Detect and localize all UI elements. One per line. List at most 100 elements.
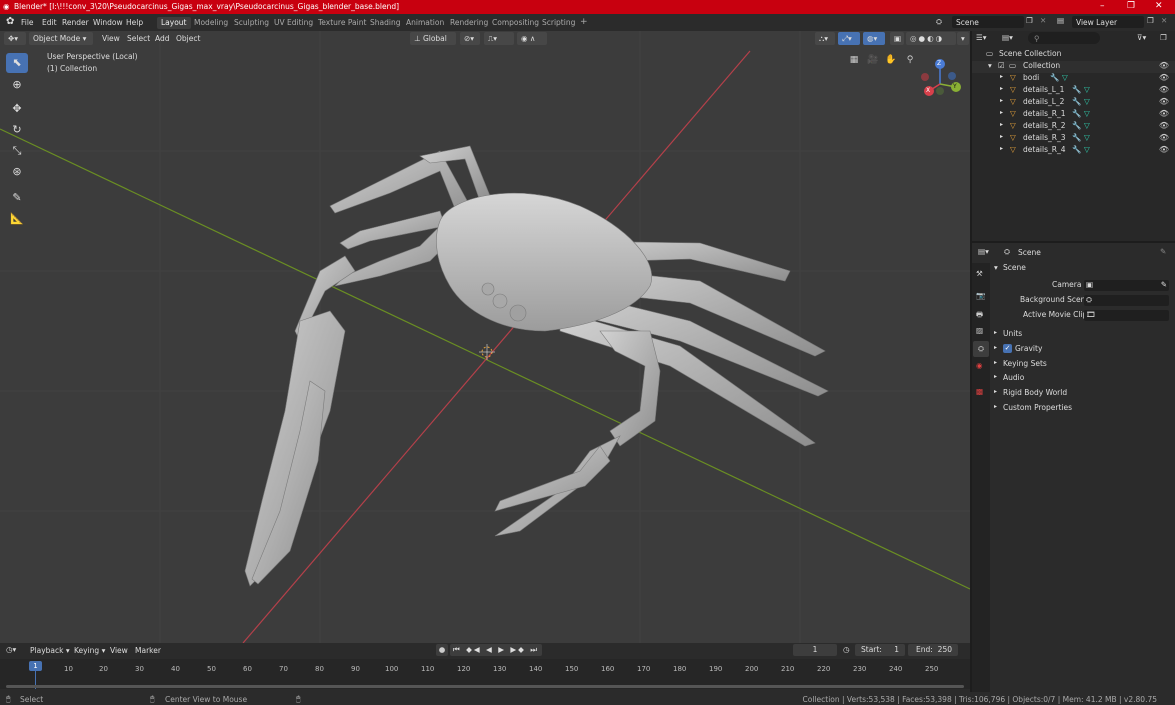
new-view-layer-icon[interactable]: ❐ [1147,16,1154,25]
tab-animation[interactable]: Animation [402,17,448,29]
3d-viewport[interactable]: Z Y X ✥▾ Object Mode ▾ View Select Add O… [0,31,970,643]
outliner-search-input[interactable]: ⚲ [1028,32,1100,44]
transform-tool-icon[interactable]: ⊛ [6,162,28,182]
select-box-tool-icon[interactable]: ⬉ [6,53,28,73]
expand-arrow-icon[interactable]: ▸ [994,388,997,395]
toggle-camera-view-icon[interactable]: ▦ [847,55,861,69]
outliner-collection[interactable]: ▾ ☑ ▭ Collection 👁 [972,61,1175,73]
outliner-object-row[interactable]: ▸ ▽ details_L_1 🔧 ▽ 👁 [972,85,1175,97]
menu-select[interactable]: Select [127,34,150,43]
outliner-object-row[interactable]: ▸ ▽ bodi 🔧 ▽ 👁 [972,73,1175,85]
menu-playback[interactable]: Playback ▾ [30,646,70,655]
gravity-section[interactable]: ▸ ✓ Gravity [972,344,1175,358]
outliner-editor-type-button[interactable]: ☰▾ [976,33,987,42]
timeline-track-area[interactable]: 1 [0,659,970,689]
expand-arrow-icon[interactable]: ▸ [1000,97,1003,104]
menu-view[interactable]: View [102,34,120,43]
pivot-point-dropdown[interactable]: ⊘▾ [460,32,480,45]
expand-arrow-icon[interactable]: ▸ [1000,121,1003,128]
xray-toggle[interactable]: ▣ [890,32,904,45]
current-frame-field[interactable]: 1 [793,644,837,656]
menu-edit[interactable]: Edit [42,18,57,27]
menu-help[interactable]: Help [126,18,143,27]
outliner-object-row[interactable]: ▸ ▽ details_R_4 🔧 ▽ 👁 [972,145,1175,157]
snap-toggle[interactable]: ⎍▾ [484,32,514,45]
expand-arrow-icon[interactable]: ▸ [994,329,997,336]
scale-tool-icon[interactable]: ⤡ [6,141,28,161]
expand-arrow-icon[interactable]: ▸ [994,403,997,410]
rotate-tool-icon[interactable]: ↻ [6,120,28,140]
tab-uv-editing[interactable]: UV Editing [270,17,317,29]
eye-icon[interactable]: 👁 [1159,97,1169,106]
gizmo-z-label[interactable]: Z [937,60,941,67]
new-collection-icon[interactable]: ❐ [1160,33,1167,42]
gizmo-toggle[interactable]: ⤢▾ [838,32,860,45]
expand-arrow-icon[interactable]: ▸ [994,373,997,380]
menu-object[interactable]: Object [176,34,200,43]
collection-checkbox-icon[interactable]: ☑ [998,61,1005,70]
outliner-scene-collection[interactable]: ▭ Scene Collection [972,49,1175,61]
transform-orientation-dropdown[interactable]: ⊥ Global [410,32,456,45]
camera-field[interactable]: ▣ ✎ [1084,280,1169,291]
active-movie-clip-field[interactable]: 🎞 [1084,310,1169,321]
camera-view-icon[interactable]: 🎥 [866,55,880,69]
record-button-icon[interactable]: ● [436,644,448,656]
tab-shading[interactable]: Shading [366,17,404,29]
expand-arrow-icon[interactable]: ▸ [994,359,997,366]
menu-marker[interactable]: Marker [135,646,161,655]
menu-timeline-view[interactable]: View [110,646,128,655]
playback-controls[interactable]: ⏮ ◆◀ ◀ ▶ ▶◆ ⏭ [450,644,543,656]
zoom-view-icon[interactable]: ⚲ [903,55,917,69]
annotate-tool-icon[interactable]: ✎ [6,188,28,208]
gizmo-x-label[interactable]: X [926,87,930,94]
eye-icon[interactable]: 👁 [1159,145,1169,154]
eyedropper-icon[interactable]: ✎ [1161,280,1167,289]
expand-arrow-icon[interactable]: ▸ [1000,133,1003,140]
audio-section[interactable]: ▸ Audio [972,373,1175,387]
menu-window[interactable]: Window [93,18,123,27]
eye-icon[interactable]: 👁 [1159,61,1169,70]
new-scene-icon[interactable]: ❐ [1026,16,1033,25]
properties-editor-type-button[interactable]: ▤▾ [978,247,989,256]
menu-file[interactable]: File [21,18,34,27]
delete-view-layer-icon[interactable]: ✕ [1161,16,1167,25]
eye-icon[interactable]: 👁 [1159,85,1169,94]
mode-dropdown[interactable]: Object Mode ▾ [29,32,93,45]
proportional-edit-toggle[interactable]: ◉ ∧ [517,32,547,45]
measure-tool-icon[interactable]: 📐 [6,209,28,229]
scene-panel-header[interactable]: ▾ Scene [972,263,1175,277]
keying-sets-section[interactable]: ▸ Keying Sets [972,359,1175,373]
expand-arrow-icon[interactable]: ▸ [1000,85,1003,92]
tab-scripting[interactable]: Scripting [538,17,579,29]
timeline-playhead[interactable]: 1 [29,661,42,671]
eye-icon[interactable]: 👁 [1159,109,1169,118]
tab-rendering[interactable]: Rendering [446,17,492,29]
collapse-arrow-icon[interactable]: ▾ [994,263,998,272]
pin-icon[interactable]: ✎ [1160,247,1166,256]
outliner-object-row[interactable]: ▸ ▽ details_R_2 🔧 ▽ 👁 [972,121,1175,133]
expand-arrow-icon[interactable]: ▸ [1000,145,1003,152]
pan-view-icon[interactable]: ✋ [884,55,898,69]
visibility-dropdown[interactable]: ⛬▾ [815,32,835,45]
tab-modeling[interactable]: Modeling [190,17,232,29]
eye-icon[interactable]: 👁 [1159,73,1169,82]
eye-icon[interactable]: 👁 [1159,133,1169,142]
viewport-scene[interactable] [0,31,970,643]
outliner-object-row[interactable]: ▸ ▽ details_R_1 🔧 ▽ 👁 [972,109,1175,121]
editor-type-button[interactable]: ✥▾ [4,32,26,45]
background-scene-field[interactable]: ⛭ [1084,295,1169,306]
outliner-object-row[interactable]: ▸ ▽ details_R_3 🔧 ▽ 👁 [972,133,1175,145]
timeline-editor-type-button[interactable]: ◷▾ [6,645,16,654]
outliner-object-row[interactable]: ▸ ▽ details_L_2 🔧 ▽ 👁 [972,97,1175,109]
expand-arrow-icon[interactable]: ▸ [1000,109,1003,116]
overlays-toggle[interactable]: ◍▾ [863,32,885,45]
eye-icon[interactable]: 👁 [1159,121,1169,130]
expand-arrow-icon[interactable]: ▸ [1000,73,1003,80]
tab-sculpting[interactable]: Sculpting [230,17,273,29]
expand-arrow-icon[interactable]: ▾ [988,61,992,70]
maximize-button[interactable]: ❐ [1127,1,1135,11]
tab-compositing[interactable]: Compositing [488,17,543,29]
outliner-display-mode-button[interactable]: ▤▾ [1002,33,1013,42]
gizmo-y-label[interactable]: Y [953,83,957,90]
delete-scene-icon[interactable]: ✕ [1040,16,1046,25]
